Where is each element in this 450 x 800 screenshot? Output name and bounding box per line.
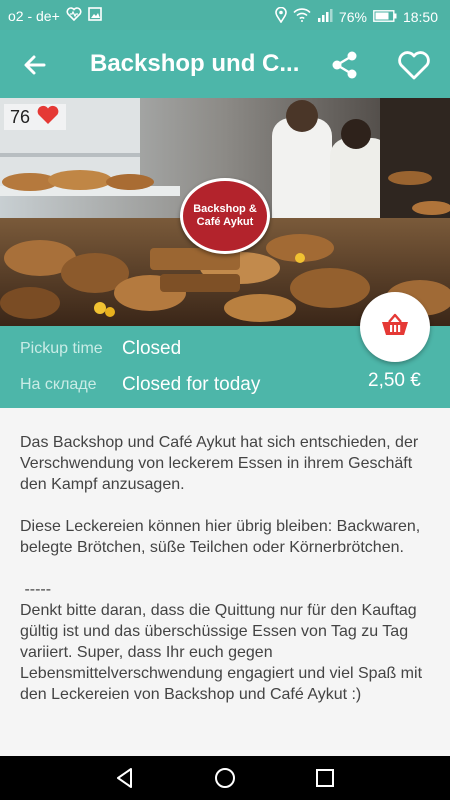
logo-line-1: Backshop & xyxy=(193,202,257,215)
wifi-icon xyxy=(293,8,311,25)
basket-button[interactable] xyxy=(360,292,430,362)
description-paragraph-2: Diese Leckereien können hier übrig bleib… xyxy=(20,518,421,556)
status-bar: o2 - de+ 76% 18:50 xyxy=(0,0,450,30)
battery-percent: 76% xyxy=(338,8,367,25)
gallery-icon xyxy=(87,7,102,24)
shop-logo: Backshop & Café Aykut xyxy=(180,178,270,254)
square-recent-icon[interactable] xyxy=(313,766,337,790)
description-separator: ----- xyxy=(20,581,52,598)
system-nav-bar xyxy=(0,756,450,800)
pickup-value: Closed xyxy=(122,338,182,359)
battery-icon xyxy=(373,9,397,25)
likes-badge: 76 xyxy=(4,104,67,130)
stock-value: Closed for today xyxy=(122,374,261,395)
basket-icon xyxy=(380,313,410,342)
arrow-left-icon[interactable] xyxy=(18,48,52,82)
logo-line-2: Café Aykut xyxy=(196,216,254,228)
carrier-text: o2 - de+ xyxy=(8,7,60,24)
signal-icon xyxy=(317,8,333,25)
heart-icon xyxy=(36,105,60,130)
heart-outline-icon[interactable] xyxy=(396,48,432,82)
description-paragraph-3: Denkt bitte daran, dass die Quittung nur… xyxy=(20,602,423,703)
description-paragraph-1: Das Backshop und Café Aykut hat sich ent… xyxy=(20,434,419,493)
likes-count: 76 xyxy=(10,106,31,127)
health-icon xyxy=(66,7,82,24)
circle-home-icon[interactable] xyxy=(213,766,237,790)
price: 2,50 € xyxy=(368,370,421,391)
description: Das Backshop und Café Aykut hat sich ent… xyxy=(20,432,432,726)
app-bar: Backshop und C... xyxy=(0,30,450,98)
clock: 18:50 xyxy=(402,8,438,25)
share-icon[interactable] xyxy=(328,48,362,82)
pickup-label: Pickup time xyxy=(20,340,103,357)
page-title: Backshop und C... xyxy=(90,50,300,77)
triangle-back-icon[interactable] xyxy=(113,766,137,790)
location-icon xyxy=(275,6,287,26)
stock-label: На складе xyxy=(20,376,97,393)
